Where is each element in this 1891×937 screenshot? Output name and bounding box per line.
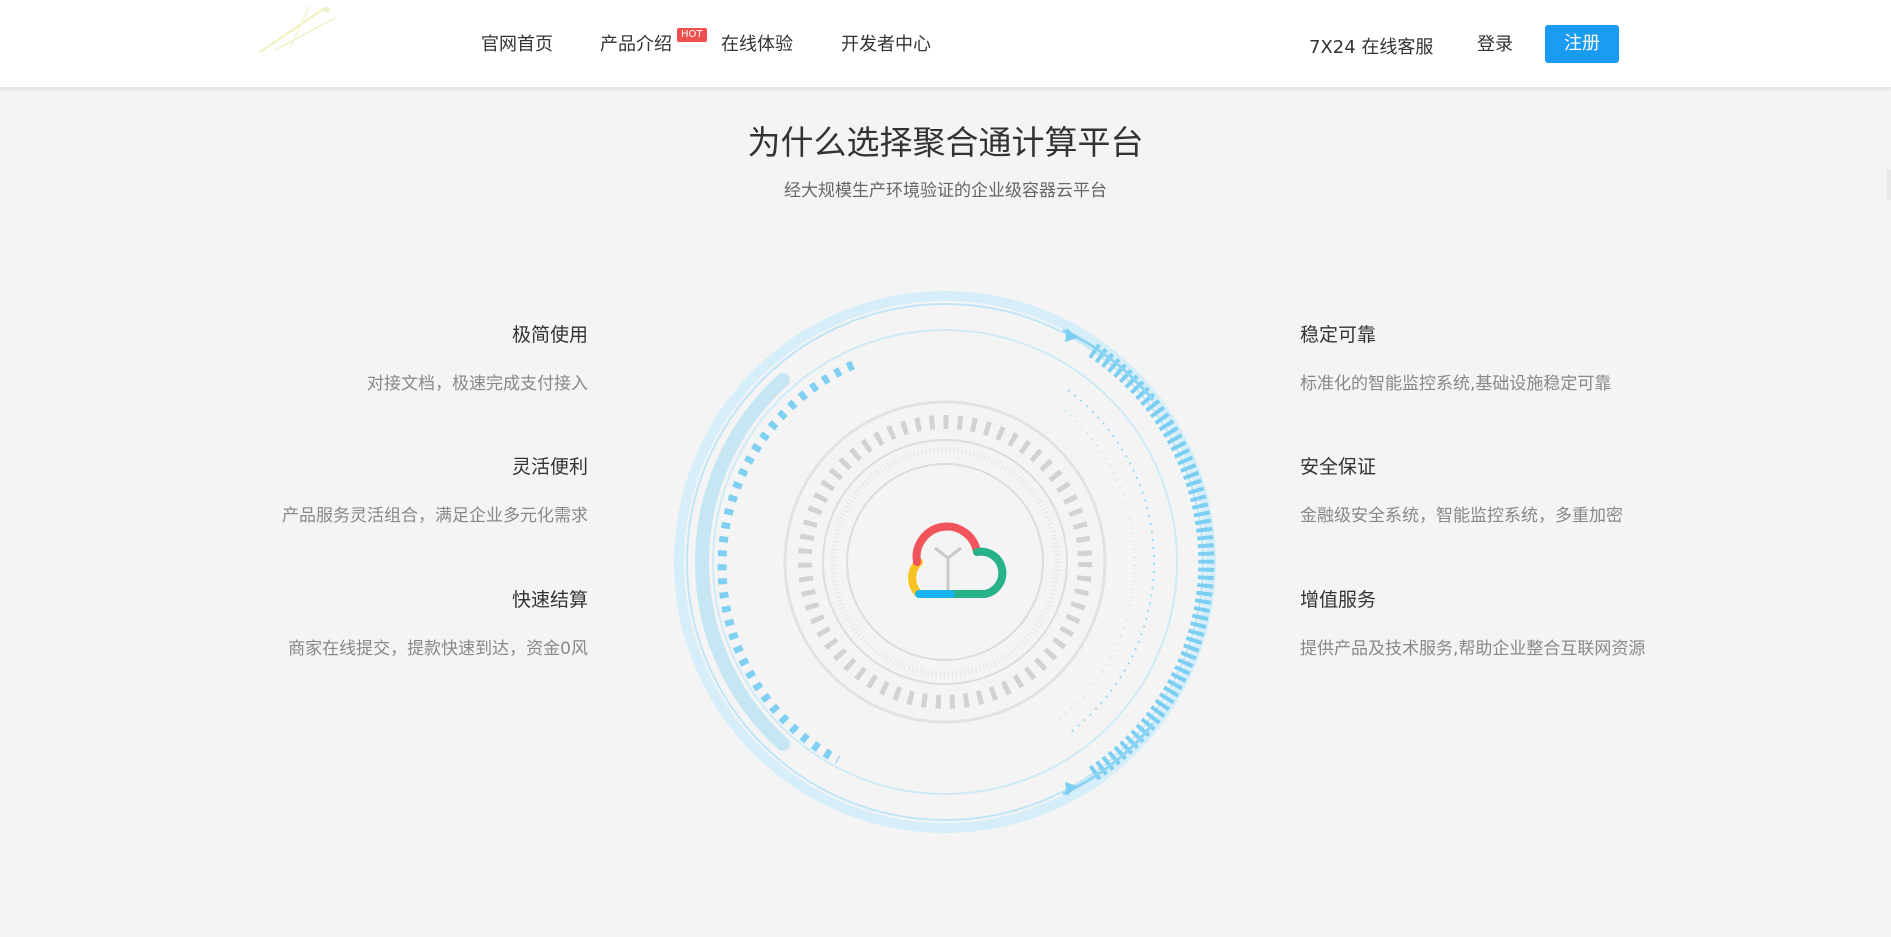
feature-title: 增值服务 [1300,589,1377,611]
login-link[interactable]: 登录 [1477,30,1513,56]
feature-simple: 极简使用 对接文档，极速完成支付接入 [228,320,588,394]
nav-products[interactable]: 产品介绍 [600,30,672,56]
register-button[interactable]: 注册 [1545,25,1619,63]
feature-stable: 稳定可靠 标准化的智能监控系统,基础设施稳定可靠 [1300,320,1720,394]
feature-desc: 提供产品及技术服务,帮助企业整合互联网资源 [1300,639,1646,659]
customer-service-link[interactable]: 7X24 在线客服 [1309,33,1433,59]
feature-security: 安全保证 金融级安全系统，智能监控系统，多重加密 [1300,452,1720,526]
nav-developer-center[interactable]: 开发者中心 [841,30,931,56]
hot-badge: HOT [677,28,707,42]
nav-home[interactable]: 官网首页 [481,30,553,56]
feature-value-added: 增值服务 提供产品及技术服务,帮助企业整合互联网资源 [1300,585,1720,659]
feature-flexible: 灵活便利 产品服务灵活组合，满足企业多元化需求 [228,452,588,526]
nav-online-trial[interactable]: 在线体验 [721,30,793,56]
feature-title: 快速结算 [511,589,588,611]
top-header: 官网首页 产品介绍 HOT 在线体验 开发者中心 7X24 在线客服 登录 注册 [0,0,1891,88]
feature-title: 稳定可靠 [1300,324,1377,346]
feature-desc: 对接文档，极速完成支付接入 [367,374,588,394]
feature-desc: 商家在线提交，提款快速到达，资金0风 [288,639,588,659]
platform-diagram-graphic [674,291,1216,833]
cloud-icon [908,522,1007,598]
feature-desc: 金融级安全系统，智能监控系统，多重加密 [1300,506,1623,526]
logo-icon[interactable] [255,0,345,60]
feature-title: 安全保证 [1300,456,1377,478]
feature-fast-settlement: 快速结算 商家在线提交，提款快速到达，资金0风 [228,585,588,659]
feature-title: 极简使用 [511,324,588,346]
side-handle[interactable] [1887,170,1891,200]
section-title: 为什么选择聚合通计算平台 [747,123,1144,162]
section-subtitle: 经大规模生产环境验证的企业级容器云平台 [784,181,1107,201]
feature-title: 灵活便利 [511,456,588,478]
platform-diagram [673,290,1218,835]
feature-desc: 标准化的智能监控系统,基础设施稳定可靠 [1300,374,1612,394]
feature-desc: 产品服务灵活组合，满足企业多元化需求 [282,506,588,526]
